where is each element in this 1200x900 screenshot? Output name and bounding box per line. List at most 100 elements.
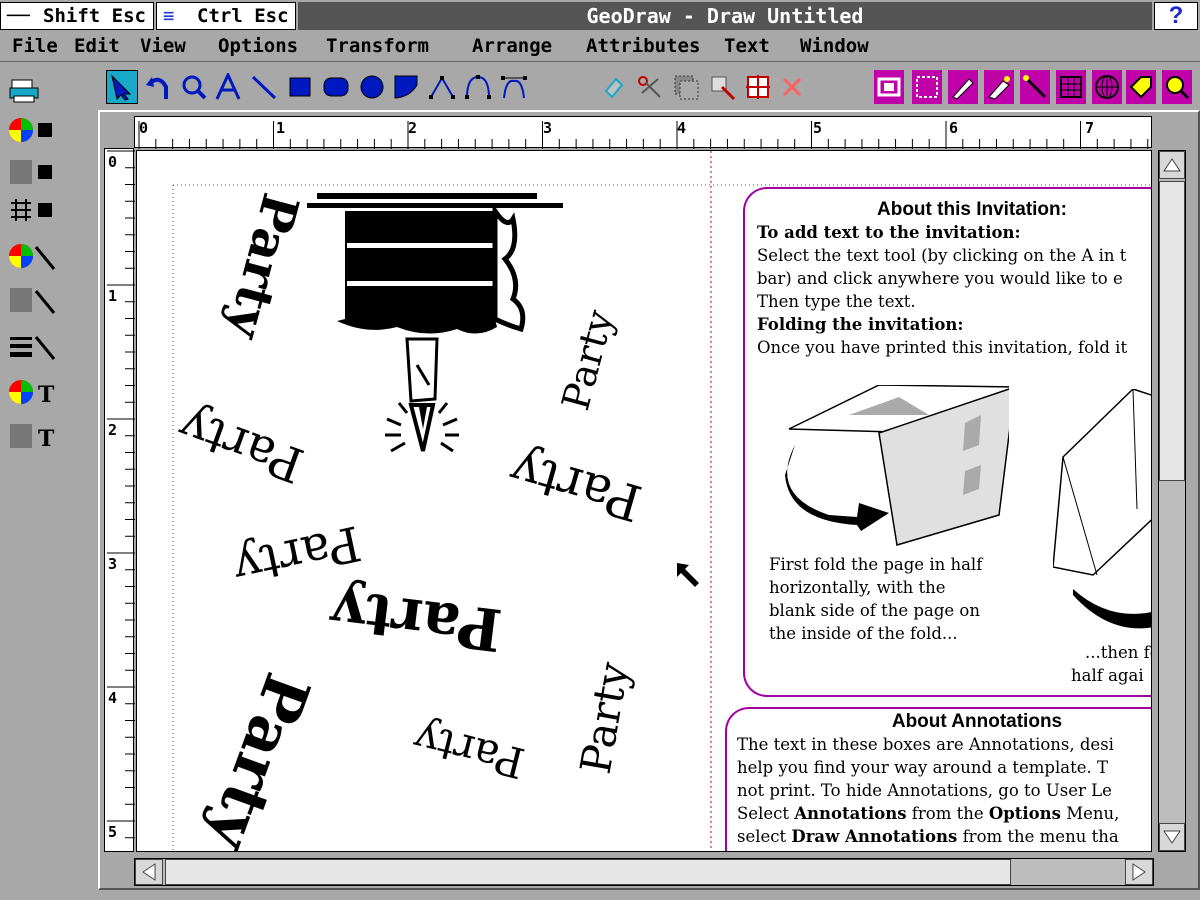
spline-tool-icon bbox=[465, 75, 491, 99]
bezier-tool-button[interactable] bbox=[498, 70, 530, 104]
vertical-scroll-thumb[interactable] bbox=[1159, 181, 1185, 481]
pointer-icon bbox=[111, 74, 132, 101]
invitation-annotation[interactable]: About this Invitation: To add text to th… bbox=[743, 187, 1151, 697]
duplicate-button[interactable] bbox=[598, 70, 630, 104]
rotate-tool-button[interactable] bbox=[142, 70, 174, 104]
fold-caption-line: horizontally, with the bbox=[769, 578, 946, 597]
text-tool-button[interactable] bbox=[212, 70, 244, 104]
arc-tool-button[interactable] bbox=[390, 70, 422, 104]
frame-icon bbox=[877, 77, 901, 97]
ruler-h-label-4: 4 bbox=[677, 119, 687, 137]
annotation-text: not print. To hide Annotations, go to Us… bbox=[737, 781, 1112, 800]
fold-illustration-1 bbox=[785, 385, 1009, 546]
paste-icon bbox=[711, 76, 736, 101]
menu-text[interactable]: Text bbox=[724, 35, 770, 57]
delete-button[interactable] bbox=[776, 70, 808, 104]
rotate-icon bbox=[146, 77, 168, 99]
menu-options[interactable]: Options bbox=[218, 35, 298, 57]
pointer-tool-button[interactable] bbox=[106, 70, 138, 104]
menu-edit[interactable]: Edit bbox=[74, 35, 120, 57]
ellipse-tool-button[interactable] bbox=[356, 70, 388, 104]
ruler-h-label-1: 1 bbox=[276, 119, 286, 137]
scroll-left-button[interactable] bbox=[135, 859, 163, 885]
bezier-tool-icon bbox=[501, 76, 527, 99]
horizontal-ruler: 0 1 2 3 4 5 6 7 bbox=[134, 116, 1152, 149]
scroll-down-button[interactable] bbox=[1159, 823, 1185, 851]
print-button[interactable] bbox=[8, 74, 60, 106]
vertical-ruler: 0 1 2 3 4 5 bbox=[104, 148, 135, 855]
horizontal-ruler-ticks bbox=[138, 121, 1149, 149]
window-title: GeoDraw - Draw Untitled bbox=[298, 2, 1152, 30]
horizontal-scrollbar[interactable] bbox=[134, 858, 1154, 886]
tag-button[interactable] bbox=[1126, 70, 1156, 104]
annotation-text: Select the text tool (by clicking on the… bbox=[757, 246, 1127, 265]
ctrl-esc-button[interactable]: ≡ Ctrl Esc bbox=[156, 2, 296, 30]
pencil-icon bbox=[1023, 75, 1047, 99]
annotation-bold-run: Draw Annotations bbox=[791, 827, 958, 846]
text-color-icon: T bbox=[9, 380, 55, 407]
grid-button[interactable] bbox=[1056, 70, 1086, 104]
spline-tool-button[interactable] bbox=[462, 70, 494, 104]
help-button[interactable]: ? bbox=[1154, 2, 1198, 30]
ruler-h-label-0: 0 bbox=[139, 119, 149, 137]
scroll-up-button[interactable] bbox=[1159, 151, 1185, 179]
pencil-button[interactable] bbox=[1020, 70, 1050, 104]
svg-text:T: T bbox=[38, 382, 55, 407]
annotation-text-run: Menu, bbox=[1060, 804, 1120, 823]
zoom-tool-button[interactable] bbox=[178, 70, 210, 104]
menu-transform[interactable]: Transform bbox=[326, 35, 429, 57]
shift-esc-label: Shift Esc bbox=[43, 5, 146, 27]
annotation-text: Once you have printed this invitation, f… bbox=[757, 338, 1128, 357]
rounded-rect-tool-button[interactable] bbox=[320, 70, 352, 104]
fill-color-button[interactable] bbox=[8, 114, 60, 146]
cut-button[interactable] bbox=[634, 70, 666, 104]
marquee-button[interactable] bbox=[912, 70, 942, 104]
drawing-canvas[interactable]: Party Party Party Party Party Party Part… bbox=[136, 150, 1152, 852]
annotation-text: Then type the text. bbox=[757, 292, 916, 311]
ellipse-tool-icon bbox=[360, 75, 384, 99]
paste-button[interactable] bbox=[706, 70, 738, 104]
title-bar: ── Shift Esc ≡ Ctrl Esc GeoDraw - Draw U… bbox=[0, 0, 1200, 32]
fill-pattern-button[interactable] bbox=[8, 156, 60, 188]
brush-icon bbox=[988, 76, 1010, 100]
fill-style-button[interactable] bbox=[8, 194, 60, 226]
text-color-button[interactable]: T bbox=[8, 376, 60, 408]
vertical-scrollbar[interactable] bbox=[1158, 150, 1186, 852]
menu-window[interactable]: Window bbox=[800, 35, 869, 57]
menu-attributes[interactable]: Attributes bbox=[586, 35, 700, 57]
brush-button[interactable] bbox=[984, 70, 1014, 104]
text-pattern-button[interactable]: T bbox=[8, 420, 60, 452]
copy-button[interactable] bbox=[670, 70, 702, 104]
fill-color-icon bbox=[9, 118, 52, 142]
pen-button[interactable] bbox=[948, 70, 978, 104]
fold-caption-line: First fold the page in half bbox=[769, 555, 983, 574]
menu-arrange[interactable]: Arrange bbox=[472, 35, 552, 57]
ruler-v-label-1: 1 bbox=[108, 287, 118, 305]
polyline-tool-button[interactable] bbox=[426, 70, 458, 104]
search-button[interactable] bbox=[1162, 70, 1192, 104]
line-pattern-button[interactable] bbox=[8, 284, 60, 316]
scroll-right-button[interactable] bbox=[1125, 859, 1153, 885]
polyline-tool-icon bbox=[429, 76, 455, 99]
text-pattern-icon: T bbox=[10, 424, 55, 451]
marquee-icon bbox=[916, 76, 938, 98]
frame-button[interactable] bbox=[874, 70, 904, 104]
annotations-help-annotation[interactable]: About Annotations The text in these boxe… bbox=[725, 707, 1151, 851]
line-tool-button[interactable] bbox=[248, 70, 280, 104]
fold-caption-line: the inside of the fold... bbox=[769, 624, 958, 643]
line-color-button[interactable] bbox=[8, 240, 60, 272]
horizontal-scroll-thumb[interactable] bbox=[165, 859, 1011, 885]
svg-text:T: T bbox=[38, 426, 55, 451]
annotation-text: Select Annotations from the Options Menu… bbox=[737, 802, 1151, 825]
ctrl-esc-label: Ctrl Esc bbox=[197, 5, 289, 27]
globe-icon bbox=[1095, 75, 1119, 99]
shift-esc-button[interactable]: ── Shift Esc bbox=[0, 2, 154, 30]
menu-view[interactable]: View bbox=[140, 35, 186, 57]
align-button[interactable] bbox=[742, 70, 774, 104]
line-width-button[interactable] bbox=[8, 330, 60, 362]
annotation-text: bar) and click anywhere you would like t… bbox=[757, 269, 1123, 288]
globe-button[interactable] bbox=[1092, 70, 1122, 104]
rectangle-tool-button[interactable] bbox=[284, 70, 316, 104]
menu-file[interactable]: File bbox=[12, 35, 58, 57]
fold-caption-line: half agai bbox=[1071, 666, 1144, 685]
